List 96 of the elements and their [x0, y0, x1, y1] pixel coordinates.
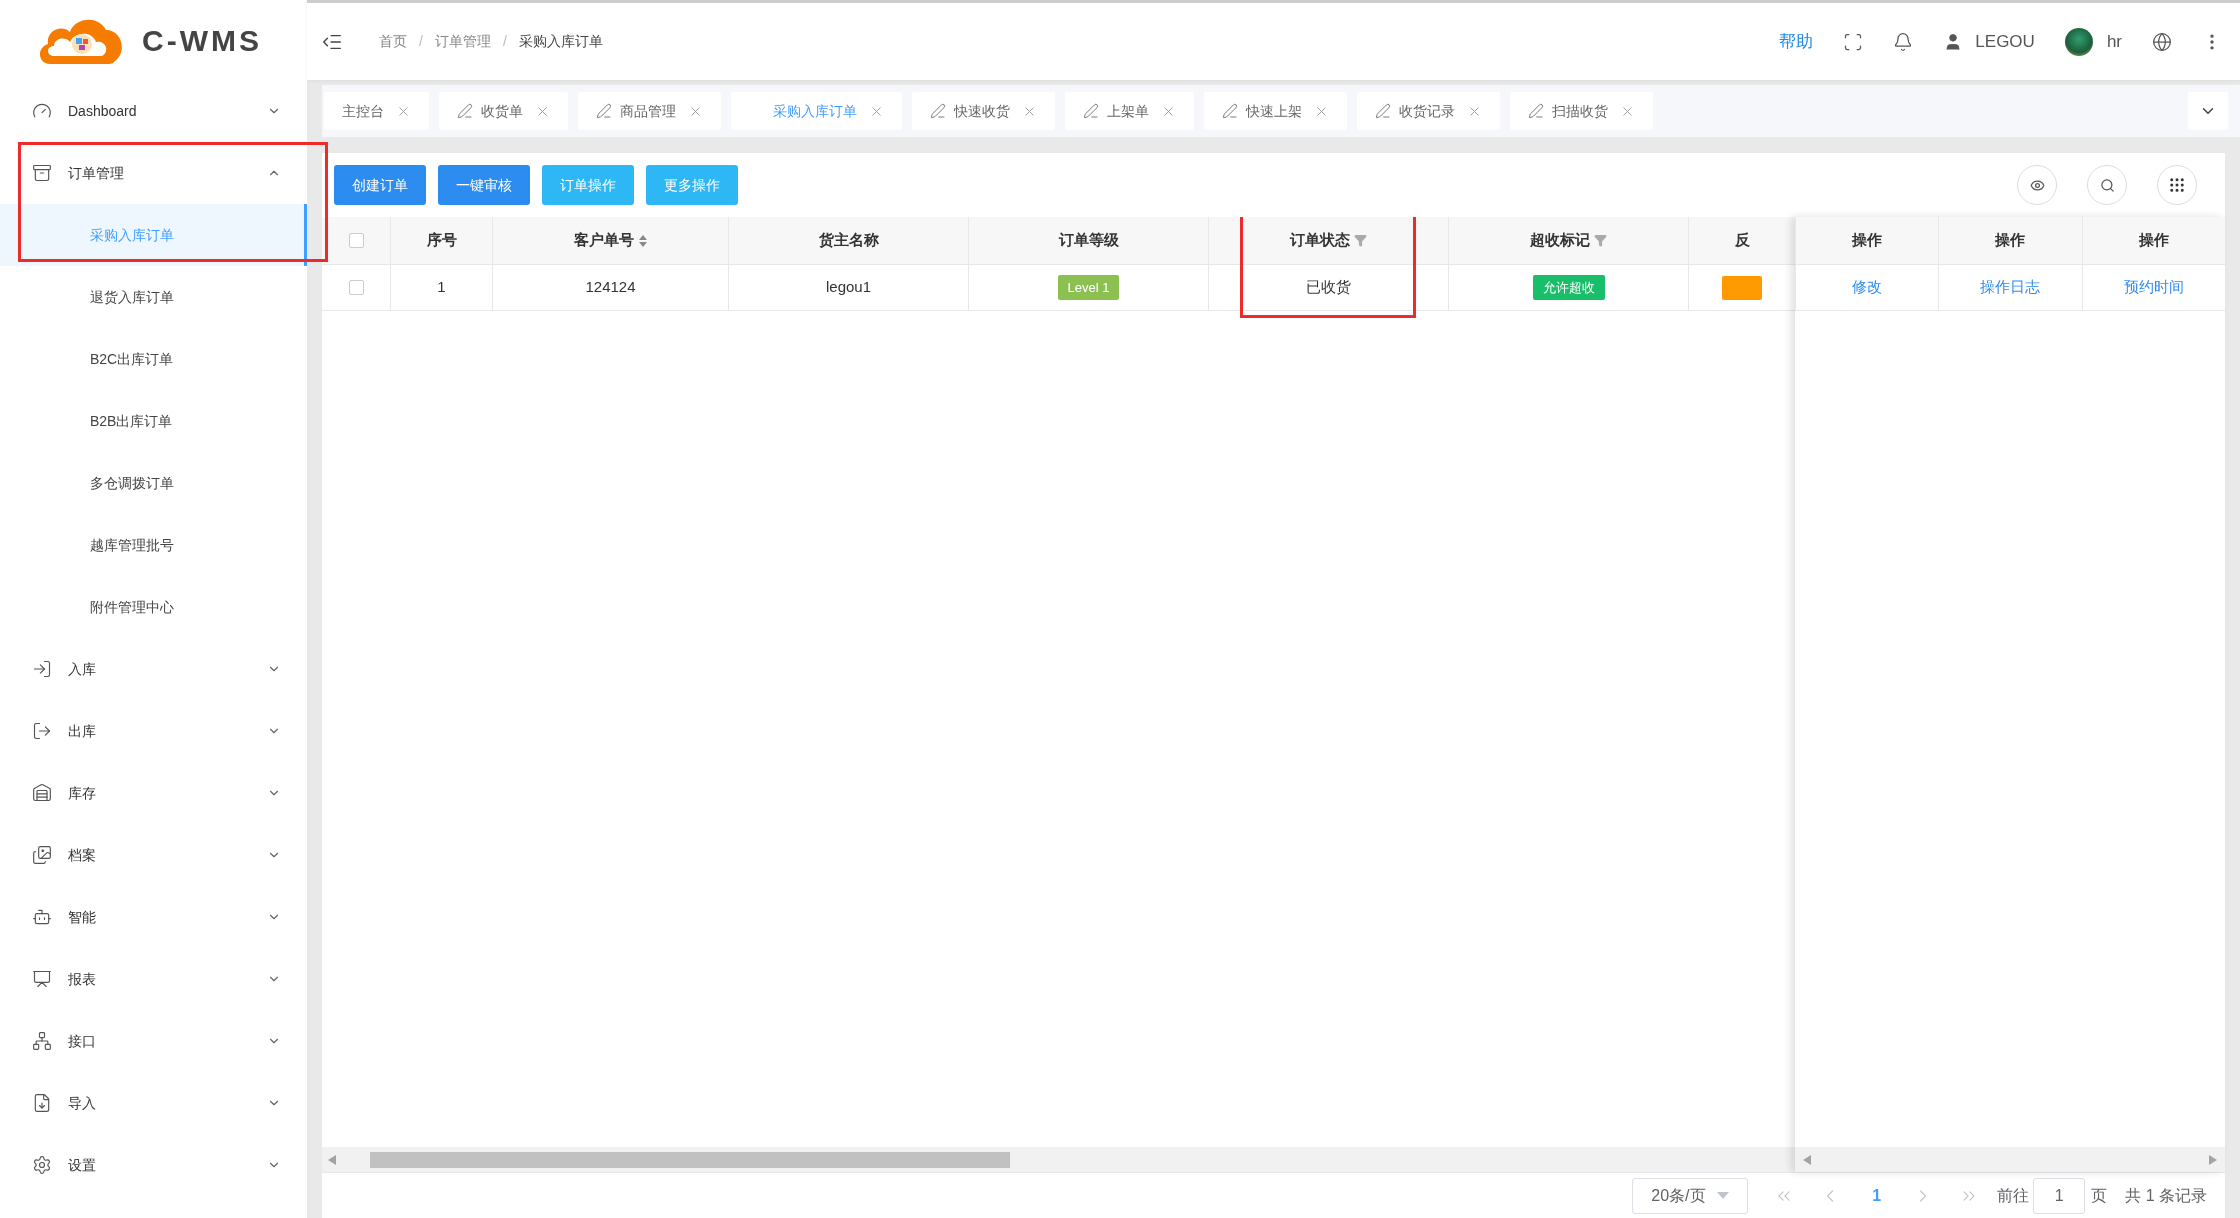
pencil-icon: [457, 103, 473, 119]
menu-item[interactable]: 库存: [0, 762, 307, 824]
account-menu[interactable]: hr: [2064, 27, 2122, 56]
inbox-icon: [32, 163, 52, 183]
menu-item[interactable]: 出库: [0, 700, 307, 762]
page-tab[interactable]: 快速上架: [1204, 92, 1347, 130]
search-icon: [2099, 177, 2115, 193]
pencil-icon: [596, 103, 612, 119]
column-header: 订单状态: [1290, 230, 1350, 251]
enter-icon: [32, 659, 52, 679]
tag: 允许超收: [1532, 274, 1605, 301]
table-cell-text: legou1: [825, 277, 871, 298]
images-icon: [32, 845, 52, 865]
total-count: 共 1 条记录: [2125, 1185, 2207, 1206]
table-cell-text: 1: [437, 277, 446, 298]
submenu-item[interactable]: 附件管理中心: [0, 576, 307, 638]
scrollbar-thumb[interactable]: [370, 1151, 1010, 1168]
scroll-left-icon[interactable]: [1803, 1154, 1811, 1165]
eye-icon: [2029, 177, 2045, 193]
import-icon: [32, 1093, 52, 1113]
tag: Level 1: [1057, 274, 1120, 301]
column-header: 操作: [2138, 230, 2169, 251]
page-tab[interactable]: 快速收货: [912, 92, 1055, 130]
menu-item[interactable]: 导入: [0, 1072, 307, 1134]
toolbar-button[interactable]: 一键审核: [438, 165, 530, 205]
horizontal-scrollbar[interactable]: [322, 1147, 1795, 1172]
checkbox[interactable]: [348, 233, 364, 248]
toolbar-button[interactable]: 创建订单: [334, 165, 426, 205]
globe-icon[interactable]: [2152, 31, 2172, 52]
page-input[interactable]: 1: [2033, 1177, 2086, 1214]
settings-icon: [32, 1155, 52, 1175]
action-link[interactable]: 操作日志: [1980, 276, 2041, 299]
action-link[interactable]: 修改: [1852, 276, 1883, 299]
horizontal-scrollbar[interactable]: [1795, 1147, 2225, 1172]
breadcrumb-separator: /: [502, 32, 507, 51]
breadcrumb-item[interactable]: 首页: [379, 31, 407, 52]
caret-icon: [1717, 1192, 1730, 1199]
chart-icon: [32, 969, 52, 989]
breadcrumb-item: 采购入库订单: [518, 32, 603, 51]
column-header: 反: [1734, 230, 1750, 251]
menu-item[interactable]: 智能: [0, 886, 307, 948]
scroll-left-icon[interactable]: [328, 1154, 336, 1165]
menu-item[interactable]: 设置: [0, 1134, 307, 1196]
scroll-right-icon[interactable]: [2209, 1154, 2217, 1165]
submenu-item[interactable]: B2B出库订单: [0, 390, 307, 452]
pencil-icon: [1083, 103, 1099, 119]
page-tab[interactable]: 扫描收货: [1510, 92, 1653, 130]
menu-item[interactable]: 档案: [0, 824, 307, 886]
pencil-icon: [930, 103, 946, 119]
breadcrumb-item[interactable]: 订单管理: [434, 31, 491, 52]
page-size-select[interactable]: 20条/页: [1632, 1177, 1749, 1214]
menu-item[interactable]: 报表: [0, 948, 307, 1010]
avatar: [2064, 27, 2093, 56]
exit-icon: [32, 721, 52, 741]
menu-item[interactable]: 入库: [0, 638, 307, 700]
robot-icon: [32, 907, 52, 927]
submenu-item[interactable]: 多仓调拨订单: [0, 452, 307, 514]
breadcrumb-separator: /: [419, 32, 423, 51]
table-cell-text: 已收货: [1306, 277, 1351, 298]
menu-item[interactable]: 订单管理: [0, 142, 307, 204]
page-tab[interactable]: 商品管理: [578, 92, 721, 130]
help-link[interactable]: 帮助: [1779, 28, 1814, 55]
column-header: 序号: [426, 230, 457, 251]
column-header: 客户单号: [573, 230, 634, 251]
user-menu[interactable]: LEGOU: [1943, 28, 2035, 55]
action-link[interactable]: 预约时间: [2123, 276, 2184, 299]
filter-icon[interactable]: [1594, 234, 1607, 247]
menu-item[interactable]: Dashboard: [0, 80, 307, 142]
logo-text: C-WMS: [142, 22, 262, 59]
page-tab[interactable]: 收货单: [439, 92, 568, 130]
grid-icon: [2168, 176, 2186, 194]
filter-icon[interactable]: [1354, 234, 1367, 247]
pencil-icon: [1222, 103, 1238, 119]
network-icon: [32, 1031, 52, 1051]
pencil-icon: [1375, 103, 1391, 119]
page-unit: 页: [2091, 1185, 2108, 1206]
column-header: 操作: [1995, 230, 2026, 251]
goto-label: 前往: [1997, 1185, 2030, 1206]
column-header: 超收标记: [1530, 230, 1590, 251]
fullscreen-icon[interactable]: [1843, 31, 1864, 52]
submenu-item[interactable]: B2C出库订单: [0, 328, 307, 390]
page-tab[interactable]: 上架单: [1065, 92, 1194, 130]
column-header: 操作: [1852, 230, 1883, 251]
warehouse-icon: [32, 783, 52, 803]
bell-icon[interactable]: [1893, 31, 1914, 52]
page-tab[interactable]: 主控台: [324, 92, 429, 130]
page-tab[interactable]: 收货记录: [1357, 92, 1500, 130]
column-header: 订单等级: [1058, 230, 1119, 251]
submenu-item[interactable]: 越库管理批号: [0, 514, 307, 576]
table-cell-text: 124124: [585, 277, 636, 298]
menu-item[interactable]: 接口: [0, 1010, 307, 1072]
submenu-item[interactable]: 退货入库订单: [0, 266, 307, 328]
checkbox[interactable]: [348, 280, 364, 295]
column-header: 货主名称: [818, 230, 879, 251]
sort-icon[interactable]: [637, 233, 648, 248]
pencil-icon: [1528, 103, 1544, 119]
